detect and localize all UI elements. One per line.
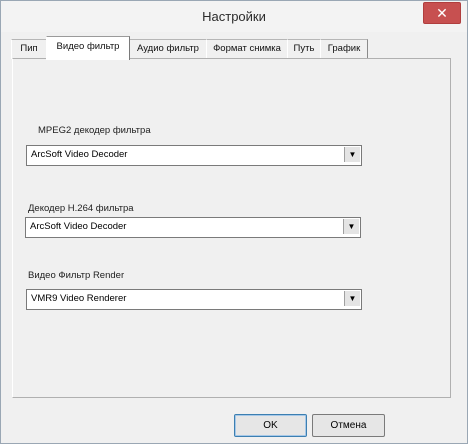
close-button[interactable]: ✕ xyxy=(423,2,461,24)
mpeg2-decoder-select[interactable]: ArcSoft Video Decoder ▼ xyxy=(26,145,362,166)
tab-audio-filter[interactable]: Аудио фильтр xyxy=(129,39,207,59)
tab-snapshot-format[interactable]: Формат снимка xyxy=(206,39,288,59)
settings-dialog: Настройки ✕ Пип Видео фильтр Аудио фильт… xyxy=(0,0,468,444)
chevron-down-icon[interactable]: ▼ xyxy=(344,291,360,306)
tab-panel-video-filter: MPEG2 декодер фильтра ArcSoft Video Deco… xyxy=(12,58,451,398)
chevron-down-icon[interactable]: ▼ xyxy=(343,219,359,234)
window-title: Настройки xyxy=(202,9,266,24)
title-bar: Настройки ✕ xyxy=(1,1,467,32)
tab-pip[interactable]: Пип xyxy=(11,39,47,59)
render-filter-label: Видео Фильтр Render xyxy=(28,270,125,281)
mpeg2-decoder-value: ArcSoft Video Decoder xyxy=(31,149,128,160)
tab-path[interactable]: Путь xyxy=(287,39,321,59)
cancel-button[interactable]: Отмена xyxy=(312,414,385,437)
tab-video-filter[interactable]: Видео фильтр xyxy=(46,36,130,60)
h264-decoder-value: ArcSoft Video Decoder xyxy=(30,221,127,232)
h264-decoder-select[interactable]: ArcSoft Video Decoder ▼ xyxy=(25,217,361,238)
close-icon: ✕ xyxy=(436,5,448,21)
chevron-down-icon[interactable]: ▼ xyxy=(344,147,360,162)
render-filter-value: VMR9 Video Renderer xyxy=(31,293,127,304)
mpeg2-decoder-label: MPEG2 декодер фильтра xyxy=(38,125,151,136)
h264-decoder-label: Декодер H.264 фильтра xyxy=(28,203,134,214)
tab-graph[interactable]: График xyxy=(320,39,368,59)
ok-button[interactable]: OK xyxy=(234,414,307,437)
render-filter-select[interactable]: VMR9 Video Renderer ▼ xyxy=(26,289,362,310)
